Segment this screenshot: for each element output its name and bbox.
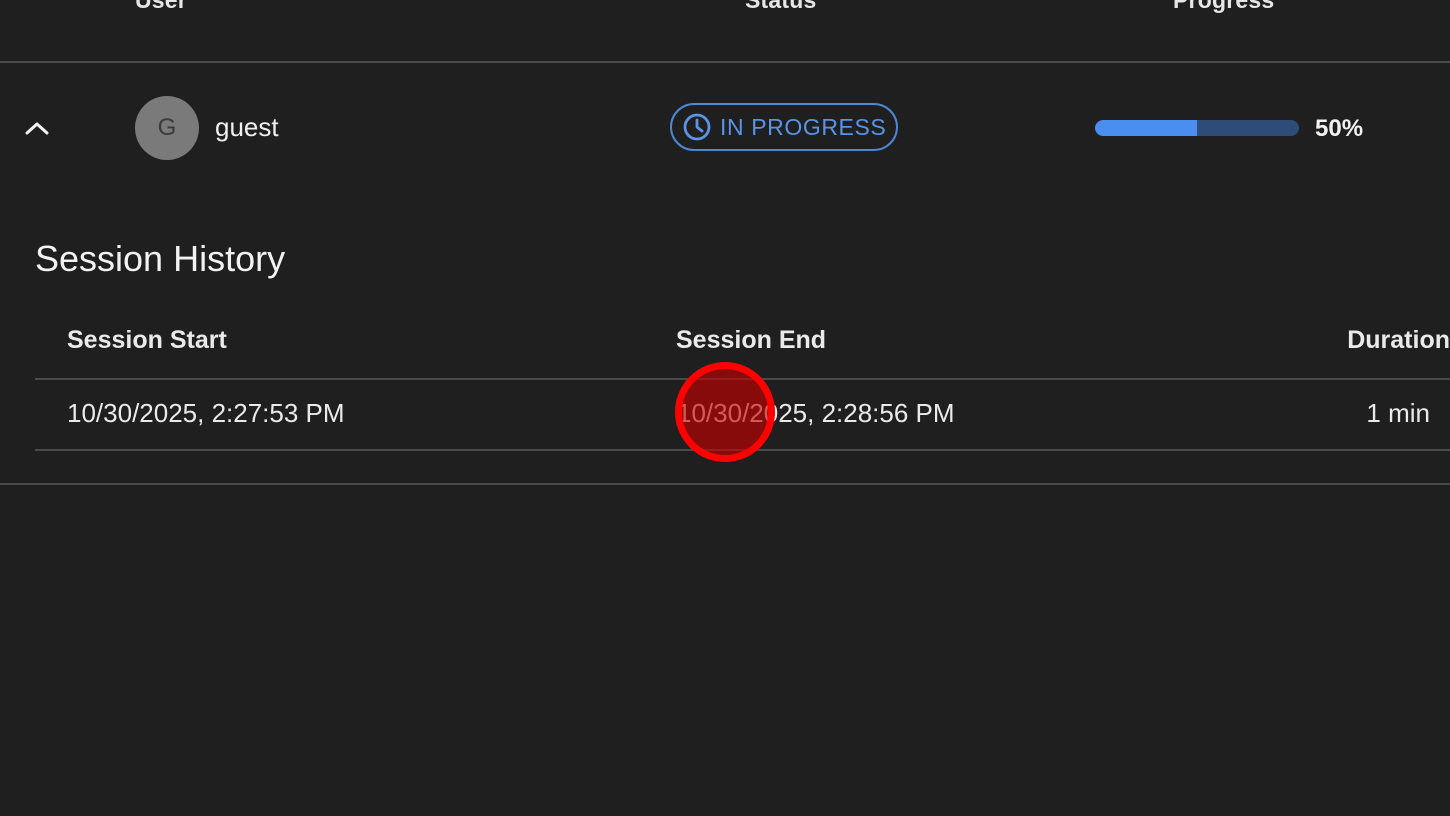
session-start-cell: 10/30/2025, 2:27:53 PM — [67, 398, 345, 428]
table-row: 10/30/2025, 2:27:53 PM 10/30/2025, 2:28:… — [35, 380, 1450, 451]
chevron-up-icon — [25, 122, 49, 135]
session-end-cell: 10/30/2025, 2:28:56 PM — [677, 398, 955, 428]
section-title: Session History — [35, 238, 286, 279]
duration-cell: 1 min — [1366, 398, 1430, 428]
progress-bar — [1095, 120, 1299, 136]
collapse-row-button[interactable] — [20, 111, 54, 145]
session-history-panel: Session History Session Start Session En… — [0, 193, 1450, 485]
session-table-header: Session Start Session End Duration — [35, 310, 1450, 380]
avatar: G — [135, 96, 199, 160]
table-row[interactable]: G guest IN PROGRESS 50% — [0, 63, 1450, 193]
column-header-progress[interactable]: Progress — [1173, 0, 1274, 14]
column-header-duration: Duration — [1347, 326, 1450, 354]
clock-icon — [682, 112, 712, 142]
table-header: User Status Progress — [0, 0, 1450, 63]
column-header-status[interactable]: Status — [745, 0, 817, 14]
session-table: Session Start Session End Duration 10/30… — [35, 310, 1450, 451]
column-header-session-start: Session Start — [67, 326, 227, 354]
status-label: IN PROGRESS — [720, 113, 887, 140]
user-progress-panel: User Status Progress G guest IN PROGRESS… — [0, 0, 1450, 816]
progress-bar-fill — [1095, 120, 1197, 136]
column-header-session-end: Session End — [676, 326, 827, 354]
column-header-user[interactable]: User — [135, 0, 187, 14]
status-badge: IN PROGRESS — [670, 103, 898, 151]
username: guest — [215, 112, 279, 142]
progress-percent: 50% — [1315, 115, 1364, 142]
